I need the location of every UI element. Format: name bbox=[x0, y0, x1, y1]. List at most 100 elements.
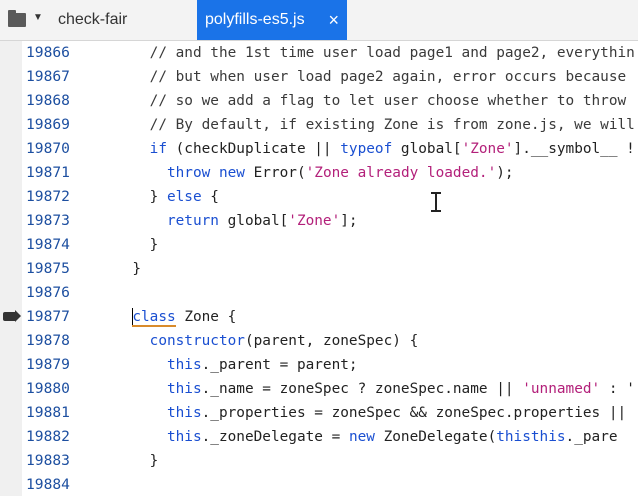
code-line[interactable]: 19870 if (checkDuplicate || typeof globa… bbox=[0, 137, 638, 161]
code-line[interactable]: 19868 // so we add a flag to let user ch… bbox=[0, 89, 638, 113]
code-line[interactable]: 19877 class Zone { bbox=[0, 305, 638, 329]
code-token: (parent, zoneSpec) { bbox=[244, 333, 419, 349]
line-number: 19884 bbox=[26, 476, 70, 493]
code-token: // but when user load page2 again, error… bbox=[115, 69, 627, 85]
code-text: this._parent = parent; bbox=[115, 353, 358, 377]
code-text: // By default, if existing Zone is from … bbox=[115, 113, 635, 137]
line-number: 19875 bbox=[26, 260, 70, 277]
code-token: } bbox=[115, 237, 159, 253]
code-token: ].__symbol__ ! bbox=[513, 141, 635, 157]
code-token: ]; bbox=[340, 213, 358, 229]
tab-polyfills-es5[interactable]: polyfills-es5.js × bbox=[197, 0, 347, 40]
code-token: } bbox=[115, 261, 141, 277]
code-token: // and the 1st time user load page1 and … bbox=[115, 45, 635, 61]
line-number: 19877 bbox=[26, 308, 70, 325]
code-token: this bbox=[530, 429, 566, 445]
code-text: this._name = zoneSpec ? zoneSpec.name ||… bbox=[115, 377, 635, 401]
code-token: this bbox=[166, 357, 202, 373]
code-line[interactable]: 19879 this._parent = parent; bbox=[0, 353, 638, 377]
code-line[interactable]: 19872 } else { bbox=[0, 185, 638, 209]
code-text: class Zone { bbox=[115, 305, 236, 329]
tab-check-fair[interactable]: check-fair bbox=[58, 0, 198, 40]
tab-label: polyfills-es5.js bbox=[205, 11, 305, 28]
code-token: { bbox=[201, 189, 219, 205]
code-line[interactable]: 19880 this._name = zoneSpec ? zoneSpec.n… bbox=[0, 377, 638, 401]
code-token: class bbox=[132, 309, 176, 327]
file-navigator-button[interactable]: ▼ bbox=[5, 8, 45, 32]
chevron-down-icon: ▼ bbox=[33, 12, 43, 23]
code-text: } bbox=[115, 449, 159, 473]
close-icon[interactable]: × bbox=[328, 0, 339, 40]
code-line[interactable]: 19884 bbox=[0, 473, 638, 497]
code-token: new bbox=[348, 429, 375, 445]
code-token: ._zoneDelegate = bbox=[201, 429, 349, 445]
editor-tab-bar: ▼ check-fair polyfills-es5.js × bbox=[0, 0, 638, 41]
folder-icon bbox=[8, 10, 26, 27]
code-text: // and the 1st time user load page1 and … bbox=[115, 41, 635, 65]
line-number: 19866 bbox=[26, 44, 70, 61]
code-token: Error( bbox=[244, 165, 306, 181]
code-token: this bbox=[496, 429, 531, 445]
line-number: 19883 bbox=[26, 452, 70, 469]
code-line[interactable]: 19881 this._properties = zoneSpec && zon… bbox=[0, 401, 638, 425]
code-token: global[ bbox=[392, 141, 462, 157]
line-number: 19874 bbox=[26, 236, 70, 253]
code-line[interactable]: 19869 // By default, if existing Zone is… bbox=[0, 113, 638, 137]
code-token: this bbox=[166, 405, 202, 421]
line-number: 19879 bbox=[26, 356, 70, 373]
line-number: 19876 bbox=[26, 284, 70, 301]
line-number: 19880 bbox=[26, 380, 70, 397]
code-token: : ' bbox=[600, 381, 635, 397]
code-text: constructor(parent, zoneSpec) { bbox=[115, 329, 419, 353]
code-line[interactable]: 19882 this._zoneDelegate = new ZoneDeleg… bbox=[0, 425, 638, 449]
code-token: new bbox=[218, 165, 245, 181]
code-token: return bbox=[166, 213, 219, 229]
code-token: 'Zone' bbox=[461, 141, 514, 157]
line-number: 19868 bbox=[26, 92, 70, 109]
code-token: } bbox=[115, 453, 159, 469]
code-line[interactable]: 19883 } bbox=[0, 449, 638, 473]
line-number: 19870 bbox=[26, 140, 70, 157]
code-token: else bbox=[166, 189, 202, 205]
code-line[interactable]: 19867 // but when user load page2 again,… bbox=[0, 65, 638, 89]
code-token: throw bbox=[166, 165, 211, 181]
code-token: constructor bbox=[149, 333, 245, 349]
code-line[interactable]: 19874 } bbox=[0, 233, 638, 257]
code-token: ._name = zoneSpec ? zoneSpec.name || bbox=[201, 381, 523, 397]
code-token: if bbox=[149, 141, 167, 157]
code-text: this._properties = zoneSpec && zoneSpec.… bbox=[115, 401, 626, 425]
code-text: throw new Error('Zone already loaded.'); bbox=[115, 161, 514, 185]
code-editor[interactable]: 19866 // and the 1st time user load page… bbox=[0, 41, 638, 497]
code-line[interactable]: 19873 return global['Zone']; bbox=[0, 209, 638, 233]
code-text: return global['Zone']; bbox=[115, 209, 358, 233]
code-token: 'unnamed' bbox=[522, 381, 601, 397]
code-token: this bbox=[166, 381, 202, 397]
line-number: 19871 bbox=[26, 164, 70, 181]
code-token: ); bbox=[496, 165, 514, 181]
code-token: ._parent = parent; bbox=[201, 357, 358, 373]
code-line[interactable]: 19866 // and the 1st time user load page… bbox=[0, 41, 638, 65]
execution-arrow-icon bbox=[3, 310, 21, 322]
code-text: } bbox=[115, 257, 141, 281]
code-token: ZoneDelegate( bbox=[374, 429, 497, 445]
code-token: global[ bbox=[218, 213, 289, 229]
code-token: typeof bbox=[340, 141, 393, 157]
code-token: Zone { bbox=[175, 309, 237, 325]
text-cursor-icon bbox=[431, 190, 441, 214]
line-number: 19873 bbox=[26, 212, 70, 229]
code-line[interactable]: 19878 constructor(parent, zoneSpec) { bbox=[0, 329, 638, 353]
code-token: // so we add a flag to let user choose w… bbox=[115, 93, 627, 109]
line-number: 19878 bbox=[26, 332, 70, 349]
code-line[interactable]: 19876 bbox=[0, 281, 638, 305]
code-line[interactable]: 19875 } bbox=[0, 257, 638, 281]
code-text: } else { bbox=[115, 185, 219, 209]
code-line[interactable]: 19871 throw new Error('Zone already load… bbox=[0, 161, 638, 185]
tab-label: check-fair bbox=[58, 11, 128, 28]
code-text: // but when user load page2 again, error… bbox=[115, 65, 627, 89]
